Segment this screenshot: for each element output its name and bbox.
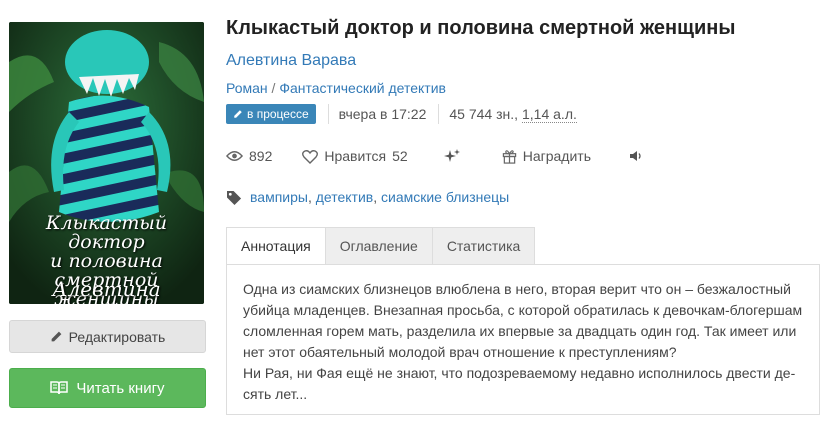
read-book-label: Читать книгу xyxy=(76,379,165,397)
audio-button[interactable] xyxy=(629,150,643,162)
edit-button-label: Редактировать xyxy=(68,328,166,345)
likes-count: 52 xyxy=(392,148,408,164)
tags-row: вампиры, детектив, сиамские близнецы xyxy=(226,187,509,207)
views-stat: 892 xyxy=(226,148,272,164)
speaker-icon xyxy=(630,151,641,161)
tag-link[interactable]: сиамские близнецы xyxy=(381,189,509,205)
genre-sub-link[interactable]: Фантастический детектив xyxy=(279,80,446,96)
genre-separator: / xyxy=(271,80,276,96)
edit-button[interactable]: Редактировать xyxy=(9,320,206,353)
tag-link[interactable]: вампиры xyxy=(250,189,308,205)
like-button[interactable]: Нравится 52 xyxy=(302,148,408,164)
annotation-paragraph: Одна из сиамских близнецов влюблена в не… xyxy=(243,281,803,360)
read-book-button[interactable]: Читать книгу xyxy=(9,368,206,408)
stats-row: 892 Нравится 52 Наградить xyxy=(226,146,643,166)
eye-icon xyxy=(226,151,243,161)
sparkle-button[interactable] xyxy=(443,148,460,164)
reward-label: Наградить xyxy=(522,148,591,164)
tag-link[interactable]: детектив xyxy=(316,189,373,205)
book-title: Клыкастый доктор и половина смертной жен… xyxy=(226,17,736,39)
gift-icon xyxy=(502,149,516,164)
divider xyxy=(327,104,329,124)
annotation-paragraph: Ни Рая, ни Фая ещё не знают, что подозре… xyxy=(243,365,796,402)
tab-contents[interactable]: Оглавление xyxy=(325,227,433,265)
likes-label: Нравится xyxy=(324,148,387,164)
open-book-icon xyxy=(50,381,69,395)
tag-separator: , xyxy=(307,189,312,205)
update-time: вчера в 17:22 xyxy=(338,106,427,122)
tag-separator: , xyxy=(373,189,378,205)
views-count: 892 xyxy=(249,148,273,164)
heart-icon xyxy=(302,149,319,164)
status-badge: в процессе xyxy=(226,104,316,124)
tab-statistics[interactable]: Статистика xyxy=(432,227,536,265)
tags-icon xyxy=(227,190,242,205)
author-link[interactable]: Алевтина Варава xyxy=(226,52,356,70)
status-row: в процессе вчера в 17:22 45 744 зн., 1,1… xyxy=(226,103,577,125)
cover-author: Алевтина Варава xyxy=(52,277,161,304)
tab-annotation[interactable]: Аннотация xyxy=(226,227,326,265)
cover-title-line: Клыкастый доктор xyxy=(45,212,168,253)
sparkles-icon xyxy=(443,149,460,162)
book-cover[interactable]: Клыкастый доктор и половина смертной жен… xyxy=(9,22,204,304)
reward-button[interactable]: Наградить xyxy=(502,148,591,164)
pencil-icon xyxy=(51,331,62,342)
divider xyxy=(438,104,440,124)
pencil-icon xyxy=(234,110,242,118)
genre-breadcrumb: Роман / Фантастический детектив xyxy=(226,80,446,96)
status-badge-label: в процессе xyxy=(247,107,309,121)
annotation-panel: Одна из сиамских близнецов влюблена в не… xyxy=(226,264,820,415)
size-author-sheets[interactable]: 1,14 а.л. xyxy=(522,106,577,123)
genre-main-link[interactable]: Роман xyxy=(226,80,268,96)
book-tabs: Аннотация Оглавление Статистика xyxy=(226,227,536,265)
size-chars: 45 744 зн., xyxy=(449,106,518,122)
